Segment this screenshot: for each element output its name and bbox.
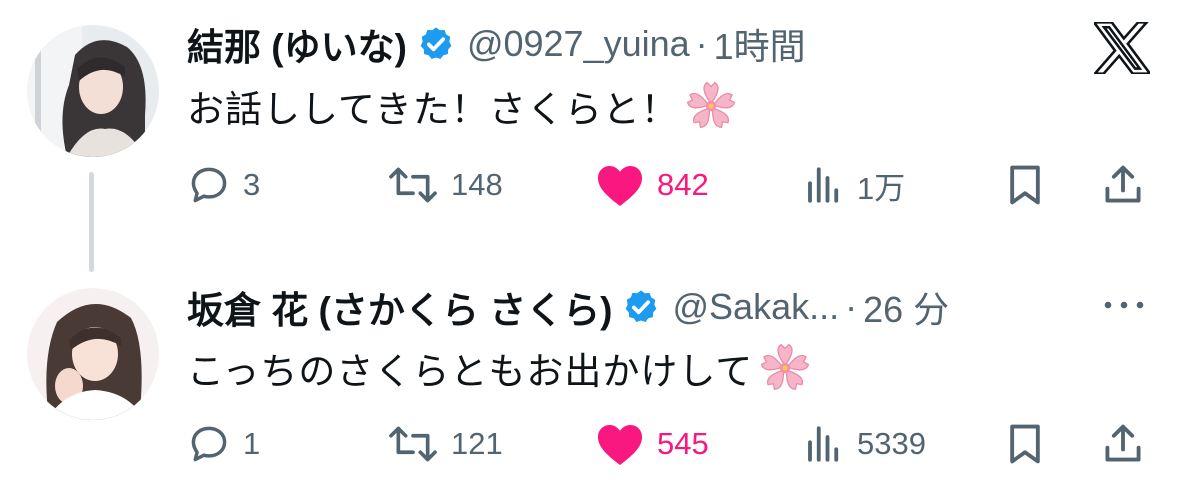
views-count: 1万 — [857, 170, 906, 206]
retweet-icon — [389, 426, 437, 462]
timestamp[interactable]: 26 分 — [863, 281, 949, 333]
x-logo-icon[interactable] — [1094, 22, 1150, 74]
cherry-blossom-icon — [761, 343, 810, 390]
avatar[interactable] — [27, 25, 159, 157]
timestamp[interactable]: 1時間 — [714, 18, 806, 70]
tweet-header: 結那 (ゆいな) @0927_yuina · 1時間 — [187, 16, 806, 72]
retweet-count: 148 — [451, 167, 503, 202]
tweet-text: お話ししてきた！さくらと！ — [187, 76, 737, 136]
bookmark-icon — [1010, 165, 1040, 205]
avatar[interactable] — [27, 288, 159, 420]
heart-icon — [598, 166, 642, 206]
reply-button[interactable]: 1 — [187, 414, 260, 474]
share-icon — [1105, 424, 1141, 462]
retweet-count: 121 — [451, 426, 503, 461]
thread-line — [89, 172, 94, 272]
tweet-text-body: お話ししてきた！さくらと！ — [187, 89, 679, 130]
like-button[interactable]: 842 — [595, 155, 709, 215]
author-name[interactable]: 坂倉 花 (さかくら さくら) — [187, 280, 612, 334]
action-bar: 1 121 545 5339 — [187, 414, 1157, 474]
cherry-blossom-icon — [686, 81, 736, 128]
like-count: 545 — [657, 426, 709, 461]
bookmark-button[interactable] — [1005, 414, 1045, 474]
separator-dot: · — [695, 23, 708, 64]
bookmark-icon — [1010, 424, 1040, 464]
more-icon[interactable] — [1101, 290, 1147, 320]
views-button[interactable]: 5339 — [803, 414, 926, 474]
share-button[interactable] — [1101, 414, 1145, 474]
reply-button[interactable]: 3 — [187, 155, 260, 215]
share-button[interactable] — [1101, 155, 1145, 215]
author-handle[interactable]: @Sakak... — [672, 286, 839, 328]
retweet-button[interactable]: 148 — [387, 155, 503, 215]
reply-count: 3 — [243, 167, 261, 202]
tweet-text-body: こっちのさくらともお出かけして — [187, 351, 754, 392]
bookmark-button[interactable] — [1005, 155, 1045, 215]
tweet-header: 坂倉 花 (さかくら さくら) @Sakak... · 26 分 — [187, 279, 949, 335]
author-name[interactable]: 結那 (ゆいな) — [187, 17, 407, 71]
reply-count: 1 — [243, 426, 261, 461]
retweet-icon — [389, 167, 437, 203]
reply-icon — [191, 426, 227, 462]
author-handle[interactable]: @0927_yuina — [467, 23, 690, 65]
reply-icon — [191, 167, 227, 203]
share-icon — [1105, 165, 1141, 203]
action-bar: 3 148 842 1万 — [187, 155, 1157, 215]
like-button[interactable]: 545 — [595, 414, 709, 474]
verified-badge-icon[interactable] — [622, 288, 660, 326]
heart-icon — [598, 425, 642, 465]
views-button[interactable]: 1万 — [803, 155, 905, 215]
views-icon — [808, 426, 839, 462]
views-icon — [808, 167, 839, 203]
verified-badge-icon[interactable] — [417, 25, 455, 63]
retweet-button[interactable]: 121 — [387, 414, 503, 474]
separator-dot: · — [845, 286, 858, 327]
like-count: 842 — [657, 167, 709, 202]
tweet-text: こっちのさくらともお出かけして — [187, 338, 811, 398]
views-count: 5339 — [857, 426, 926, 461]
